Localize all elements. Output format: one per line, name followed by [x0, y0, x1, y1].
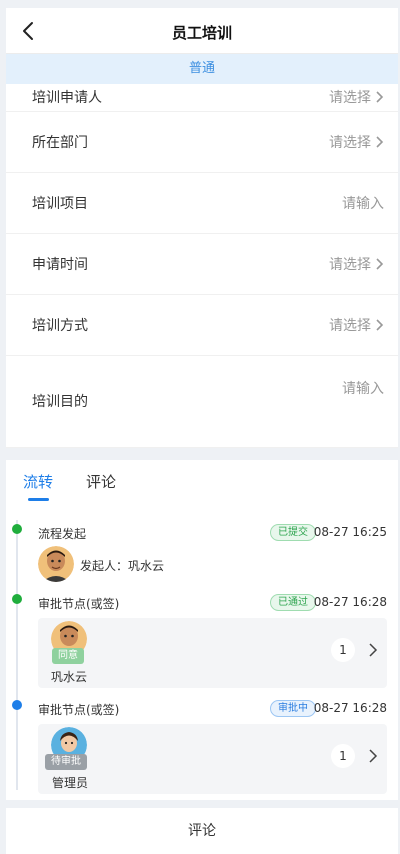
form-select-value[interactable]: 请选择 [329, 254, 384, 274]
tab-flow[interactable]: 流转 [23, 471, 53, 492]
node-time: 08-27 16:25 [313, 525, 387, 539]
timeline-line [16, 520, 18, 790]
form-row-applicant[interactable]: 培训申请人 请选择 [6, 84, 398, 112]
node-title: 审批节点(或签) [38, 597, 120, 611]
approver-count: 1 [331, 638, 355, 662]
chevron-right-icon [376, 319, 384, 331]
status-badge: 已通过 [270, 594, 316, 611]
approver-name: 巩水云 [51, 670, 88, 684]
node-time: 08-27 16:28 [313, 595, 387, 609]
node-title: 流程发起 [38, 527, 87, 541]
tab-comments[interactable]: 评论 [86, 471, 116, 492]
training-form: 培训申请人 请选择 所在部门 请选择 培训项目 请输入 申请时间 请选择 培训方… [6, 84, 398, 448]
form-select-value[interactable]: 请选择 [329, 315, 384, 335]
app-frame: 员工培训 普通 培训申请人 请选择 所在部门 请选择 培训项目 请输入 申请时间… [6, 8, 398, 854]
status-badge: 审批中 [270, 700, 316, 717]
form-label: 所在部门 [32, 135, 88, 151]
node-time: 08-27 16:28 [313, 701, 387, 715]
approver-name: 管理员 [52, 776, 89, 790]
chevron-right-icon[interactable] [368, 642, 378, 658]
form-row-apply-time[interactable]: 申请时间 请选择 [6, 234, 398, 295]
nav-bar: 员工培训 [6, 8, 398, 54]
form-textarea-placeholder[interactable]: 请输入 [342, 378, 384, 398]
form-row-purpose[interactable]: 培训目的 请输入 [6, 356, 398, 448]
approver-card[interactable]: 同意 巩水云 1 [38, 618, 387, 688]
form-select-value[interactable]: 请选择 [329, 132, 384, 152]
form-select-value[interactable]: 请选择 [329, 87, 384, 107]
comment-button[interactable]: 评论 [6, 808, 398, 854]
form-input-placeholder[interactable]: 请输入 [342, 193, 384, 213]
active-tab-indicator [28, 498, 49, 501]
form-label: 培训方式 [32, 318, 88, 334]
tab-bar: 流转 评论 [6, 460, 398, 510]
starter-text: 发起人：巩水云 [80, 559, 165, 573]
chevron-right-icon[interactable] [368, 748, 378, 764]
chevron-right-icon [376, 136, 384, 148]
timeline-dot [12, 594, 22, 604]
chevron-right-icon [376, 91, 384, 103]
page-title: 员工培训 [171, 24, 232, 42]
approval-timeline: 流程发起 已提交 08-27 16:25 发起人：巩水云 审批节点(或签) 已通… [6, 510, 398, 800]
status-badge: 已提交 [270, 524, 316, 541]
form-label: 申请时间 [32, 257, 88, 273]
timeline-dot [12, 700, 22, 710]
approver-card[interactable]: 待审批 管理员 1 [38, 724, 387, 794]
form-label: 培训申请人 [32, 90, 102, 106]
approval-tag: 待审批 [45, 754, 87, 770]
section-divider [6, 800, 398, 808]
priority-banner: 普通 [6, 54, 398, 84]
form-label: 培训目的 [32, 394, 88, 410]
form-label: 培训项目 [32, 196, 88, 212]
timeline-dot [12, 524, 22, 534]
node-title: 审批节点(或签) [38, 703, 120, 717]
form-row-department[interactable]: 所在部门 请选择 [6, 112, 398, 173]
section-divider [6, 448, 398, 460]
form-row-training-mode[interactable]: 培训方式 请选择 [6, 295, 398, 356]
avatar [38, 546, 74, 582]
approval-tag: 同意 [52, 648, 84, 664]
approver-count: 1 [331, 744, 355, 768]
chevron-right-icon [376, 258, 384, 270]
form-row-project[interactable]: 培训项目 请输入 [6, 173, 398, 234]
